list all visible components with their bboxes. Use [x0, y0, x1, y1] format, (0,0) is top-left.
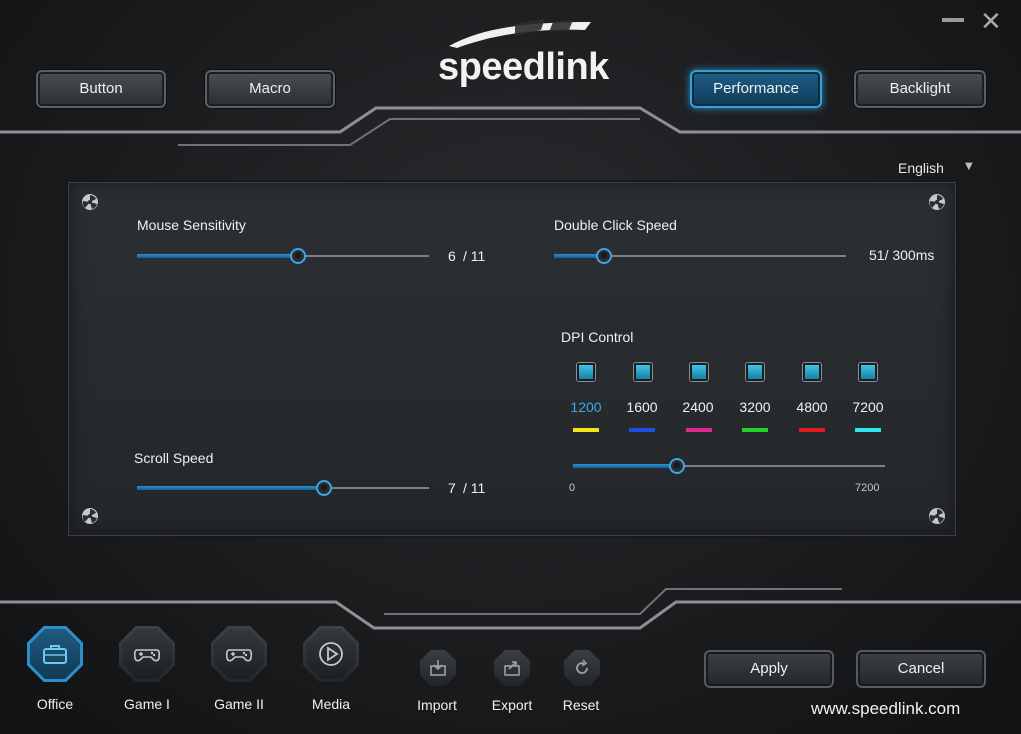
mode-game-2-button[interactable]: [211, 626, 267, 682]
cancel-button[interactable]: Cancel: [856, 650, 986, 688]
mode-media-label: Media: [311, 696, 351, 712]
language-select[interactable]: English: [898, 160, 944, 176]
performance-panel: Mouse Sensitivity 6 / 11 Double Click Sp…: [68, 182, 956, 536]
scroll-speed-value: 7: [448, 480, 456, 496]
slider-fill: [137, 254, 298, 258]
mode-game-1-label: Game I: [124, 696, 170, 712]
dpi-value-1200[interactable]: 1200: [561, 399, 611, 415]
dpi-checkbox-2400[interactable]: [690, 363, 708, 381]
scroll-speed-max: / 11: [463, 480, 486, 496]
fan-screw-icon: [929, 194, 945, 210]
slider-thumb[interactable]: [669, 458, 685, 474]
dpi-value-3200[interactable]: 3200: [730, 399, 780, 415]
tab-backlight-label: Backlight: [889, 80, 951, 97]
dpi-checkbox-3200[interactable]: [746, 363, 764, 381]
tab-macro-label: Macro: [249, 80, 291, 97]
slider-thumb[interactable]: [596, 248, 612, 264]
dpi-control-label: DPI Control: [561, 329, 634, 345]
mode-game-1-button[interactable]: [119, 626, 175, 682]
slider-thumb[interactable]: [316, 480, 332, 496]
fan-screw-icon: [82, 194, 98, 210]
apply-label: Apply: [750, 660, 788, 677]
double-click-speed-label: Double Click Speed: [554, 217, 677, 233]
dpi-color-bar: [742, 428, 768, 432]
fan-screw-icon: [82, 508, 98, 524]
import-button[interactable]: [420, 650, 456, 686]
export-icon: [504, 661, 520, 676]
dpi-slider-min: 0: [569, 482, 576, 494]
close-icon[interactable]: ✕: [980, 7, 1002, 37]
dpi-checkbox-1600[interactable]: [634, 363, 652, 381]
briefcase-icon: [43, 645, 67, 664]
dpi-value-4800[interactable]: 4800: [787, 399, 837, 415]
gamepad-icon: [133, 649, 161, 662]
dpi-checkbox-1200[interactable]: [577, 363, 595, 381]
import-label: Import: [417, 697, 457, 713]
dpi-color-bar: [799, 428, 825, 432]
double-click-speed-value: 51/ 300ms: [869, 247, 935, 263]
export-button[interactable]: [494, 650, 530, 686]
cancel-label: Cancel: [897, 660, 945, 677]
import-icon: [430, 660, 446, 676]
gamepad-icon: [225, 649, 253, 662]
reset-label: Reset: [562, 697, 600, 713]
dpi-value-2400[interactable]: 2400: [673, 399, 723, 415]
play-icon: [319, 642, 343, 666]
tab-button-label: Button: [79, 80, 123, 97]
mouse-sensitivity-max: / 11: [463, 248, 486, 264]
scroll-speed-slider[interactable]: [137, 480, 429, 496]
mode-media-button[interactable]: [303, 626, 359, 682]
logo-swoosh-icon: [449, 18, 591, 48]
dpi-color-bar: [573, 428, 599, 432]
dpi-checkbox-4800[interactable]: [803, 363, 821, 381]
dpi-value-1600[interactable]: 1600: [617, 399, 667, 415]
dpi-checkbox-7200[interactable]: [859, 363, 877, 381]
slider-fill: [573, 464, 677, 468]
reset-icon: [576, 659, 588, 674]
chevron-down-icon[interactable]: ▼: [965, 161, 973, 172]
minimize-icon[interactable]: [942, 18, 964, 22]
dpi-color-bar: [686, 428, 712, 432]
speedlink-logo: speedlink: [438, 46, 609, 88]
dpi-color-bar: [855, 428, 881, 432]
dpi-value-7200[interactable]: 7200: [843, 399, 893, 415]
apply-button[interactable]: Apply: [704, 650, 834, 688]
export-label: Export: [491, 697, 533, 713]
reset-button[interactable]: [564, 650, 600, 686]
dpi-slider[interactable]: [573, 458, 885, 474]
tab-performance-label: Performance: [713, 80, 799, 97]
dpi-slider-max: 7200: [855, 482, 880, 494]
mode-office-button[interactable]: [27, 626, 83, 682]
dpi-color-bar: [629, 428, 655, 432]
mode-office-label: Office: [36, 696, 74, 712]
mouse-sensitivity-value: 6: [448, 248, 456, 264]
fan-screw-icon: [929, 508, 945, 524]
mouse-sensitivity-label: Mouse Sensitivity: [137, 217, 246, 233]
slider-thumb[interactable]: [290, 248, 306, 264]
header-divider: [0, 106, 1021, 146]
scroll-speed-label: Scroll Speed: [134, 450, 214, 466]
mouse-sensitivity-slider[interactable]: [137, 248, 429, 264]
slider-fill: [137, 486, 324, 490]
mode-game-2-label: Game II: [214, 696, 264, 712]
double-click-speed-slider[interactable]: [554, 248, 846, 264]
website-link[interactable]: www.speedlink.com: [811, 699, 960, 719]
